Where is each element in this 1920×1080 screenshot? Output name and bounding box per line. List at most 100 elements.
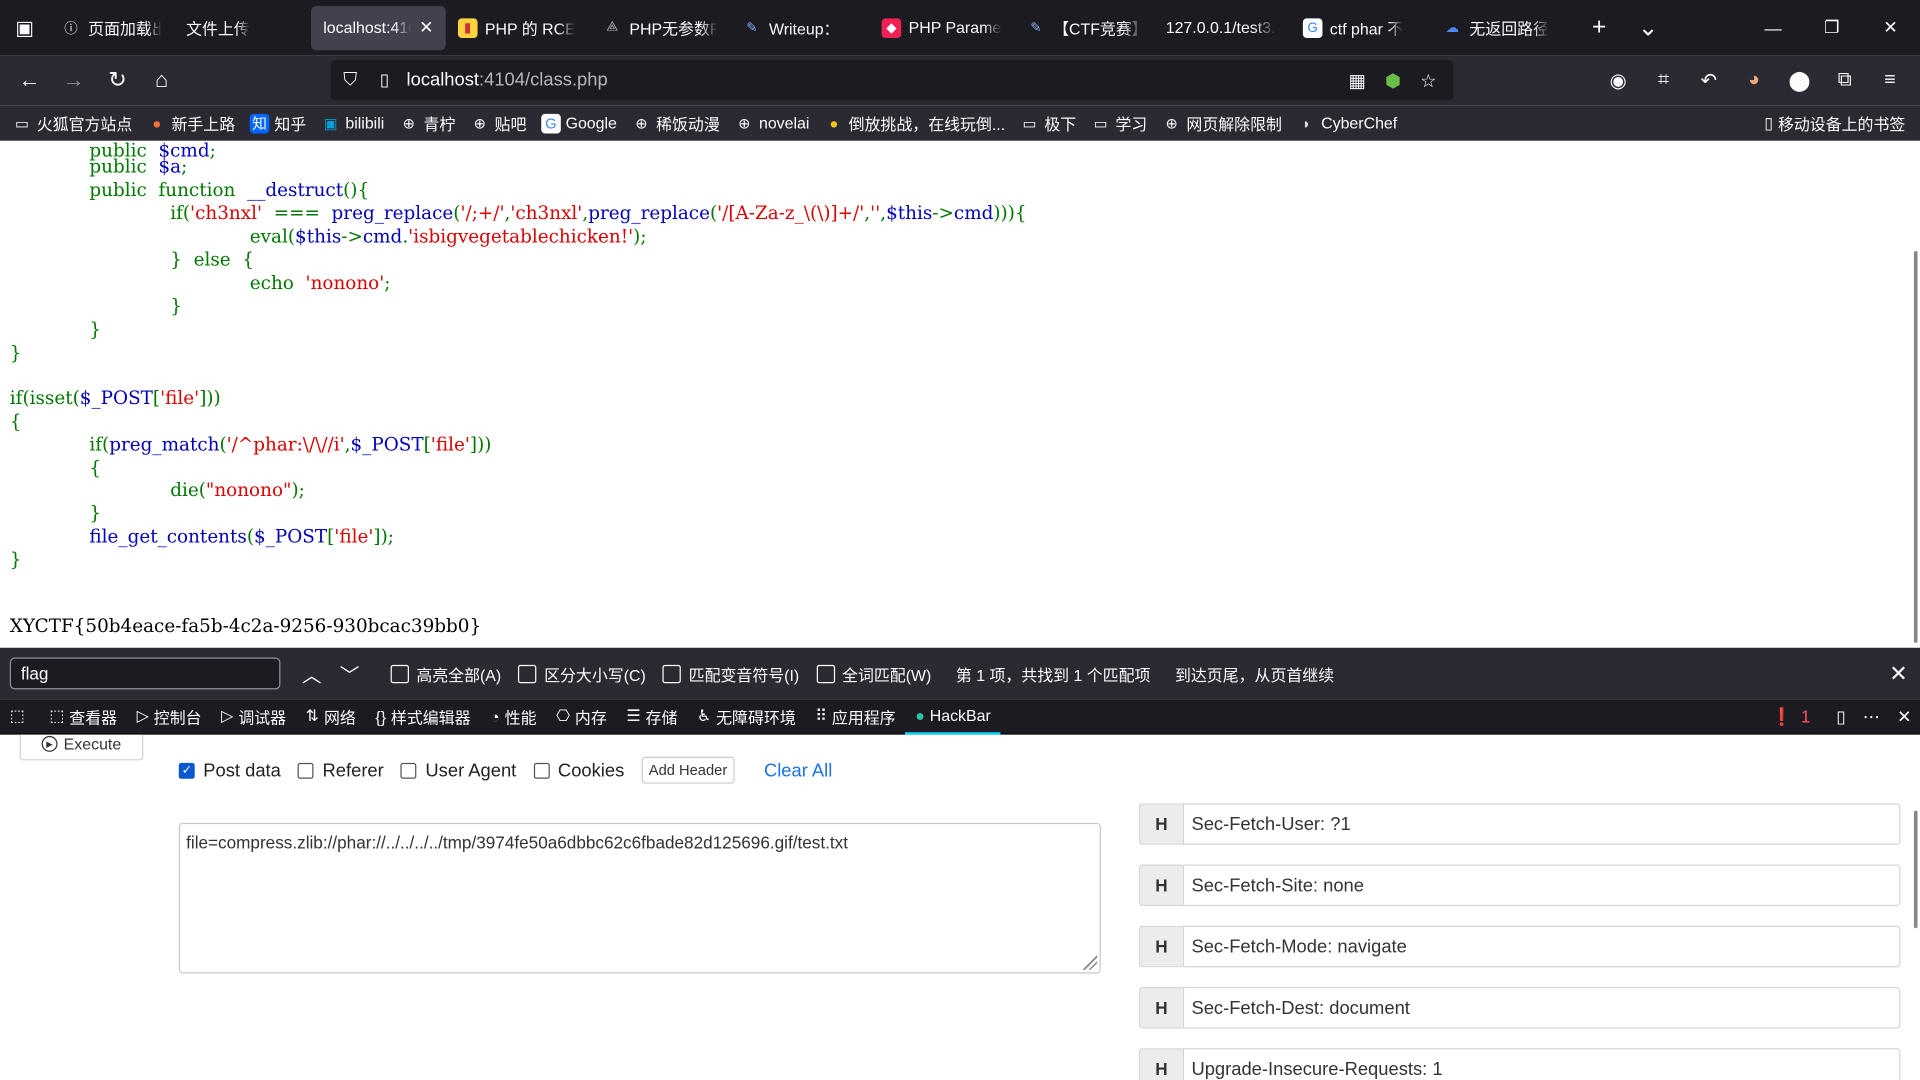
find-next-button[interactable]: ﹀ [331,659,369,688]
tab[interactable]: ✎ Writeup： [730,6,870,50]
header-value-input[interactable]: Upgrade-Insecure-Requests: 1 [1182,1048,1901,1080]
page-info-icon[interactable]: ▯ [370,70,399,91]
add-header-button[interactable]: Add Header [641,756,735,784]
bookmark-item[interactable]: ▭ 极下 [1020,111,1076,134]
tab[interactable]: ✎ 【CTF竞赛】 [1014,6,1154,50]
restore-button[interactable]: ❐ [1802,0,1861,55]
find-option-checkbox[interactable]: 全词匹配(W) [816,662,931,685]
screenshot-icon[interactable]: ⌗ [1641,69,1686,91]
tab[interactable]: ◆ PHP Parame [869,6,1013,50]
bookmark-item[interactable]: ● 倒放挑战，在线玩倒... [824,111,1005,134]
scrollbar-thumb[interactable] [1913,251,1918,643]
find-input[interactable]: flag [9,657,281,690]
tab[interactable]: ⓘ 页面加载出错 [49,6,174,50]
element-picker-icon[interactable]: ⬚ [0,699,40,735]
find-option-checkbox[interactable]: 高亮全部(A) [390,662,501,685]
header-toggle-button[interactable]: H [1138,803,1183,845]
tab-manager-icon[interactable]: ▣ [0,0,49,55]
header-toggle-button[interactable]: H [1138,864,1183,907]
hackbar-scrollbar[interactable] [1913,810,1918,929]
extension-avatar-icon[interactable]: ◕ [1731,69,1776,91]
request-option-checkbox[interactable]: Referer [298,760,384,781]
new-tab-button[interactable]: + [1575,13,1624,41]
bookmark-item[interactable]: G Google [541,113,617,133]
error-count-badge[interactable]: ❗ 1 [1762,707,1827,728]
bookmark-star-icon[interactable]: ☆ [1411,69,1447,91]
extension-circle-icon[interactable]: ⬤ [1777,68,1822,92]
home-button[interactable]: ⌂ [140,61,184,100]
find-option-checkbox[interactable]: 匹配变音符号(I) [662,662,799,685]
code-token: ); [291,478,305,501]
header-value-input[interactable]: Sec-Fetch-Mode: navigate [1182,925,1901,968]
bookmark-item[interactable]: ⊕ 青柠 [399,111,456,134]
tab[interactable]: localhost:410 ✕ [311,5,446,50]
bookmark-item[interactable]: ▣ bilibili [321,113,385,133]
header-value-input[interactable]: Sec-Fetch-User: ?1 [1182,803,1901,845]
tab[interactable]: ⟁ PHP无参数R [590,6,730,50]
devtools-tab[interactable]: ⠿ 应用程序 [806,699,906,735]
header-toggle-button[interactable]: H [1138,925,1183,968]
find-previous-button[interactable]: ︿ [293,659,331,688]
devtools-tab[interactable]: ▷ 调试器 [211,699,296,735]
bookmark-item[interactable]: ⊕ novelai [734,113,809,133]
find-close-button[interactable]: ✕ [1889,648,1907,699]
qr-code-icon[interactable]: ▦ [1340,69,1376,91]
devtools-tab[interactable]: ● HackBar [905,699,1001,735]
header-toggle-button[interactable]: H [1138,986,1183,1029]
header-value-input[interactable]: Sec-Fetch-Dest: document [1182,986,1901,1029]
devtools-tab[interactable]: ☰ 存储 [617,699,688,735]
forward-button[interactable]: → [51,61,95,100]
account-icon[interactable]: ◉ [1596,68,1641,92]
close-devtools-icon[interactable]: ✕ [1889,707,1920,728]
tab[interactable]: ▮ PHP 的 RCE [446,6,590,50]
more-options-icon[interactable]: ⋯ [1854,707,1888,728]
request-option-checkbox[interactable]: ✓ Post data [178,760,281,781]
bookmark-item[interactable]: ⊕ 贴吧 [470,111,527,134]
extensions-icon[interactable]: ⧉ [1822,69,1867,91]
bookmark-item[interactable]: ⊕ 网页解除限制 [1162,111,1282,134]
close-window-button[interactable]: ✕ [1861,0,1920,55]
devtools-tab[interactable]: ▷ 控制台 [127,699,212,735]
clear-all-link[interactable]: Clear All [764,760,832,781]
list-all-tabs-button[interactable]: ⌄ [1624,12,1673,43]
bookmark-item[interactable]: ▭ 火狐官方站点 [12,111,132,134]
devtools-tab[interactable]: ◔ 性能 [480,699,546,735]
devtools-tab[interactable]: ♿ 无障碍环境 [687,699,805,735]
dock-icon[interactable]: ▯ [1828,707,1855,728]
tracking-protection-icon[interactable]: ⛉ [331,70,370,91]
minimize-button[interactable]: — [1744,0,1803,55]
devtools-tab[interactable]: ⬚ 查看器 [40,699,127,735]
devtools-tab[interactable]: ⎔ 内存 [546,699,616,735]
find-option-checkbox[interactable]: 区分大小写(C) [518,662,646,685]
code-line: public $a; [89,156,187,179]
post-data-textarea[interactable]: file=compress.zlib://phar://../../../../… [178,822,1101,974]
undo-icon[interactable]: ↶ [1686,68,1731,92]
url-bar[interactable]: ⛉ ▯ localhost:4104/class.php ▦ ⬢ ☆ [330,60,1454,101]
bookmark-item[interactable]: ▭ 学习 [1091,111,1147,134]
tab[interactable]: Gctf phar 不 [1291,6,1431,50]
tab-close-icon[interactable]: ✕ [419,17,433,38]
resize-handle[interactable] [1082,955,1098,970]
bookmark-item[interactable]: ◗ CyberChef [1297,113,1397,133]
bookmark-item[interactable]: ⊕ 稀饭动漫 [632,111,720,134]
tab[interactable]: ☁ 无返回路径 [1430,6,1574,50]
menu-icon[interactable]: ≡ [1867,69,1912,91]
execute-button[interactable]: ▶ Execute [19,734,144,761]
mobile-bookmarks[interactable]: ▯ 移动设备上的书签 [1764,105,1905,141]
tab[interactable]: 文件上传 [174,6,311,50]
page-scrollbar[interactable] [1911,140,1920,648]
url-text[interactable]: localhost:4104/class.php [399,70,608,91]
code-token: ))){ [993,202,1027,225]
header-toggle-button[interactable]: H [1138,1048,1183,1080]
request-option-checkbox[interactable]: Cookies [533,760,624,781]
extension-js-icon[interactable]: ⬢ [1375,69,1411,91]
devtools-tab[interactable]: {} 样式编辑器 [366,699,481,735]
bookmark-item[interactable]: 知知乎 [249,111,306,134]
devtools-tab[interactable]: ⇅ 网络 [296,699,366,735]
tab[interactable]: 127.0.0.1/test3. [1153,6,1290,50]
back-button[interactable]: ← [7,61,51,100]
reload-button[interactable]: ↻ [96,61,140,100]
bookmark-item[interactable]: ● 新手上路 [147,111,235,134]
request-option-checkbox[interactable]: User Agent [400,760,516,781]
header-value-input[interactable]: Sec-Fetch-Site: none [1182,864,1901,907]
